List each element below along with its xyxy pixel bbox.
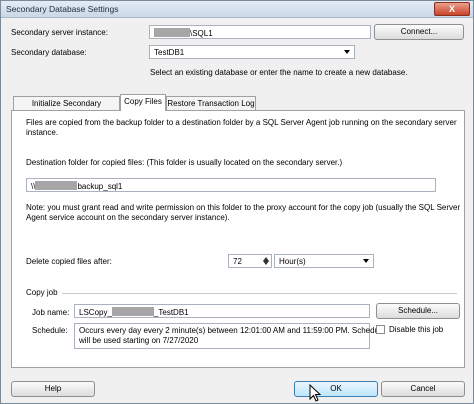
window-title: Secondary Database Settings [6,4,119,14]
copy-files-panel: Files are copied from the backup folder … [11,110,465,368]
schedule-description-box: Occurs every day every 2 minute(s) betwe… [74,323,385,349]
connect-button[interactable]: Connect... [374,24,464,40]
secondary-database-settings-dialog: Secondary Database Settings X Secondary … [0,0,474,404]
redacted-block [111,307,154,316]
delete-after-value: 72 [233,257,242,266]
ok-button[interactable]: OK [294,381,378,397]
delete-unit-value: Hour(s) [279,257,306,266]
cancel-button[interactable]: Cancel [381,381,465,397]
disable-job-checkbox[interactable] [376,325,385,334]
spin-down-icon[interactable] [263,261,269,265]
redacted-block [35,181,78,190]
intro-text-line2: instance. [26,128,59,137]
secondary-database-value: TestDB1 [154,48,185,57]
schedule-label: Schedule: [32,326,68,335]
server-instance-label: Secondary server instance: [11,28,108,37]
schedule-text-line2: will be used starting on 7/27/2020 [79,336,199,345]
secondary-database-label: Secondary database: [11,48,87,57]
secondary-database-combo[interactable]: TestDB1 [149,45,355,59]
server-instance-value: \SQL1 [190,29,213,38]
destination-value: backup_sql1 [77,182,123,191]
server-instance-field[interactable]: \SQL1 [149,25,371,39]
job-name-label: Job name: [32,308,70,317]
destination-folder-field[interactable]: \\ backup_sql1 [26,178,436,192]
intro-text-line1: Files are copied from the backup folder … [26,118,457,127]
job-name-suffix: _TestDB1 [153,308,189,317]
schedule-text-line1: Occurs every day every 2 minute(s) betwe… [79,326,386,335]
job-name-prefix: LSCopy_ [79,308,112,317]
note-text-line2: Agent service account on the secondary s… [26,213,230,222]
chevron-down-icon[interactable] [363,259,369,263]
chevron-down-icon[interactable] [344,50,350,54]
tab-restore-transaction-log[interactable]: Restore Transaction Log [166,96,256,110]
title-bar: Secondary Database Settings X [1,1,473,18]
mouse-cursor-icon [309,383,322,402]
note-text-line1: Note: you must grant read and write perm… [26,203,461,212]
tab-initialize-secondary-database[interactable]: Initialize Secondary Database [13,96,120,121]
help-button[interactable]: Help [11,381,95,397]
tab-copy-files[interactable]: Copy Files [120,94,166,111]
copy-job-group-label: Copy job [26,288,58,297]
copy-job-divider [62,293,457,294]
database-hint: Select an existing database or enter the… [150,68,408,77]
redacted-block [154,28,190,37]
delete-copied-files-label: Delete copied files after: [26,257,112,266]
delete-unit-combo[interactable]: Hour(s) [274,254,374,268]
delete-after-stepper[interactable]: 72 [228,254,272,268]
schedule-button[interactable]: Schedule... [376,303,460,319]
close-button[interactable]: X [434,2,470,16]
disable-job-label: Disable this job [389,325,444,334]
destination-folder-label: Destination folder for copied files: (Th… [26,158,343,167]
job-name-field[interactable]: LSCopy_ _TestDB1 [74,304,370,318]
